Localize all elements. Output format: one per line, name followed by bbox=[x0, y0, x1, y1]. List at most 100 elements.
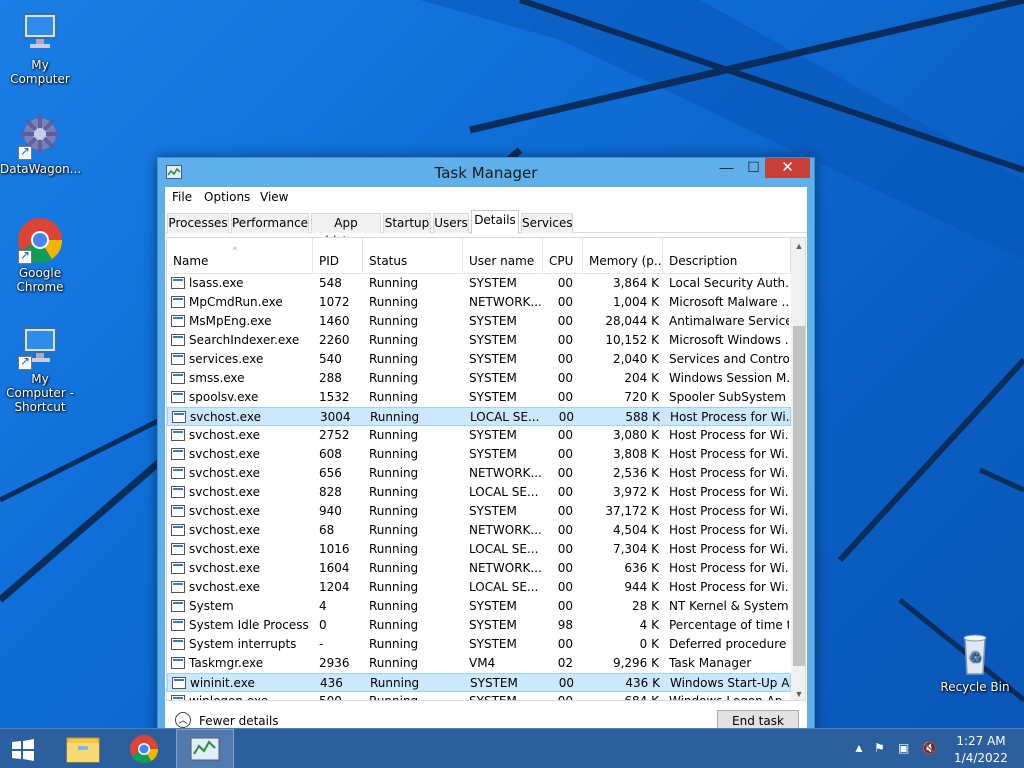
close-button[interactable]: ✕ bbox=[765, 158, 810, 178]
process-icon bbox=[171, 505, 185, 517]
tab-app-history[interactable]: App history bbox=[311, 213, 381, 248]
table-row[interactable]: lsass.exe 548 Running SYSTEM 00 3,864 K Local … bbox=[167, 274, 791, 293]
table-row[interactable]: Taskmgr.exe 2936 Running VM4 02 9,296 K Task M… bbox=[167, 654, 791, 673]
table-row[interactable]: svchost.exe 828 Running LOCAL SE... 00 3,972 … bbox=[167, 483, 791, 502]
cell-mem: 2,040 K bbox=[612, 352, 659, 366]
windows-logo-icon bbox=[12, 739, 34, 761]
process-icon bbox=[171, 543, 185, 555]
taskbar-google-chrome[interactable] bbox=[115, 729, 173, 768]
cell-mem: 204 K bbox=[624, 371, 659, 385]
details-table: ^ Name PID Status User name CPU Memory (… bbox=[166, 237, 806, 701]
clock-time[interactable]: 1:27 AM bbox=[950, 734, 1012, 748]
table-row[interactable]: svchost.exe 1204 Running LOCAL SE... 00 944 K… bbox=[167, 578, 791, 597]
tab-startup[interactable]: Startup bbox=[383, 213, 431, 233]
vertical-scrollbar[interactable]: ▲ ▼ bbox=[791, 238, 805, 700]
cell-user: SYSTEM bbox=[469, 276, 517, 290]
chrome-icon bbox=[16, 216, 64, 264]
process-icon bbox=[171, 486, 185, 498]
flag-icon[interactable]: ⚑ bbox=[874, 741, 885, 755]
menu-view[interactable]: View bbox=[260, 190, 288, 204]
process-icon bbox=[171, 353, 185, 365]
clock-date[interactable]: 1/4/2022 bbox=[950, 751, 1012, 765]
cell-status: Running bbox=[370, 676, 420, 690]
cell-desc: Spooler SubSystem ... bbox=[669, 390, 789, 404]
desktop-icon-datawagon[interactable]: DataWagon... bbox=[0, 112, 81, 176]
cell-name: spoolsv.exe bbox=[189, 390, 259, 404]
table-row[interactable]: smss.exe 288 Running SYSTEM 00 204 K Windows S… bbox=[167, 369, 791, 388]
scroll-down-icon[interactable]: ▼ bbox=[791, 686, 805, 700]
table-row[interactable]: svchost.exe 1016 Running LOCAL SE... 00 7,304… bbox=[167, 540, 791, 559]
column-header-name[interactable]: Name bbox=[167, 238, 313, 274]
chrome-icon bbox=[130, 735, 159, 764]
cell-desc: Host Process for Wi... bbox=[669, 561, 789, 575]
table-row[interactable]: System Idle Process 0 Running SYSTEM 98 4 K Pe… bbox=[167, 616, 791, 635]
cell-status: Running bbox=[369, 466, 419, 480]
network-icon[interactable]: ▣ bbox=[898, 741, 909, 755]
column-header-pid[interactable]: PID bbox=[313, 238, 363, 274]
table-row[interactable]: wininit.exe 436 Running SYSTEM 00 436 K Window… bbox=[167, 673, 791, 692]
desktop-icon-my-computer-shortcut[interactable]: My Computer - Shortcut bbox=[0, 322, 80, 414]
cell-desc: Host Process for Wi... bbox=[669, 542, 789, 556]
table-row[interactable]: MpCmdRun.exe 1072 Running NETWORK... 00 1,004… bbox=[167, 293, 791, 312]
process-icon bbox=[171, 448, 185, 460]
cell-mem: 0 K bbox=[639, 637, 659, 651]
table-row[interactable]: svchost.exe 3004 Running LOCAL SE... 00 588 K… bbox=[167, 407, 791, 426]
fewer-details-link[interactable]: Fewer details bbox=[199, 714, 279, 728]
cell-desc: Host Process for Wi... bbox=[669, 447, 789, 461]
table-row[interactable]: svchost.exe 68 Running NETWORK... 00 4,504 K H… bbox=[167, 521, 791, 540]
cell-user: SYSTEM bbox=[469, 333, 517, 347]
volume-muted-icon[interactable]: 🔇 bbox=[922, 741, 937, 755]
chevron-up-icon[interactable]: ︿ bbox=[175, 712, 191, 728]
cell-desc: Host Process for Wi... bbox=[669, 504, 789, 518]
cell-status: Running bbox=[369, 656, 419, 670]
menu-options[interactable]: Options bbox=[204, 190, 250, 204]
tab-details[interactable]: Details bbox=[471, 210, 519, 234]
desktop-icon-google-chrome[interactable]: Google Chrome bbox=[0, 216, 80, 294]
tab-users[interactable]: Users bbox=[433, 213, 469, 233]
cell-status: Running bbox=[369, 352, 419, 366]
table-row[interactable]: svchost.exe 1604 Running NETWORK... 00 636 K H… bbox=[167, 559, 791, 578]
desktop-icon-recycle-bin[interactable]: ♻ Recycle Bin bbox=[935, 630, 1015, 694]
title-bar[interactable]: Task Manager — ☐ ✕ bbox=[158, 158, 814, 186]
table-row[interactable]: winlogon.exe 500 Running SYSTEM 00 684 K Windo… bbox=[167, 692, 791, 701]
cell-status: Running bbox=[369, 390, 419, 404]
tab-services[interactable]: Services bbox=[521, 213, 573, 233]
table-row[interactable]: System 4 Running SYSTEM 00 28 K NT Kernel & Sy… bbox=[167, 597, 791, 616]
cell-name: System Idle Process bbox=[189, 618, 309, 632]
table-row[interactable]: SearchIndexer.exe 2260 Running SYSTEM 00 10,1… bbox=[167, 331, 791, 350]
scroll-thumb[interactable] bbox=[793, 326, 805, 666]
scroll-up-icon[interactable]: ▲ bbox=[791, 238, 805, 254]
column-header-description[interactable]: Description bbox=[663, 238, 791, 274]
cell-status: Running bbox=[369, 694, 419, 701]
menu-file[interactable]: File bbox=[172, 190, 192, 204]
table-row[interactable]: MsMpEng.exe 1460 Running SYSTEM 00 28,044 K An… bbox=[167, 312, 791, 331]
maximize-button[interactable]: ☐ bbox=[740, 158, 767, 178]
show-hidden-icons-icon[interactable]: ▲ bbox=[853, 741, 865, 755]
table-row[interactable]: svchost.exe 940 Running SYSTEM 00 37,172 K Hos… bbox=[167, 502, 791, 521]
tab-processes[interactable]: Processes bbox=[167, 213, 229, 233]
start-button[interactable] bbox=[6, 737, 40, 763]
taskbar-file-explorer[interactable] bbox=[54, 729, 112, 768]
cell-name: svchost.exe bbox=[189, 542, 260, 556]
desktop-icon-my-computer[interactable]: My Computer bbox=[0, 8, 80, 86]
cell-status: Running bbox=[369, 447, 419, 461]
table-row[interactable]: svchost.exe 2752 Running SYSTEM 00 3,080 K Hos… bbox=[167, 426, 791, 445]
cell-user: SYSTEM bbox=[469, 390, 517, 404]
cell-name: smss.exe bbox=[189, 371, 245, 385]
tab-performance[interactable]: Performance bbox=[231, 213, 309, 233]
cell-mem: 10,152 K bbox=[605, 333, 659, 347]
table-row[interactable]: svchost.exe 656 Running NETWORK... 00 2,536 K… bbox=[167, 464, 791, 483]
column-header-status[interactable]: Status bbox=[363, 238, 463, 274]
cell-mem: 3,080 K bbox=[612, 428, 659, 442]
minimize-button[interactable]: — bbox=[713, 158, 740, 178]
cell-mem: 37,172 K bbox=[605, 504, 659, 518]
column-header-memory[interactable]: Memory (p... bbox=[583, 238, 663, 274]
column-header-cpu[interactable]: CPU bbox=[543, 238, 583, 274]
table-row[interactable]: svchost.exe 608 Running SYSTEM 00 3,808 K Host… bbox=[167, 445, 791, 464]
table-row[interactable]: services.exe 540 Running SYSTEM 00 2,040 K Ser… bbox=[167, 350, 791, 369]
table-row[interactable]: System interrupts - Running SYSTEM 00 0 K Defe… bbox=[167, 635, 791, 654]
column-header-user-name[interactable]: User name bbox=[463, 238, 543, 274]
cell-name: MpCmdRun.exe bbox=[189, 295, 283, 309]
taskbar-task-manager[interactable] bbox=[176, 729, 234, 768]
table-row[interactable]: spoolsv.exe 1532 Running SYSTEM 00 720 K Spool… bbox=[167, 388, 791, 407]
